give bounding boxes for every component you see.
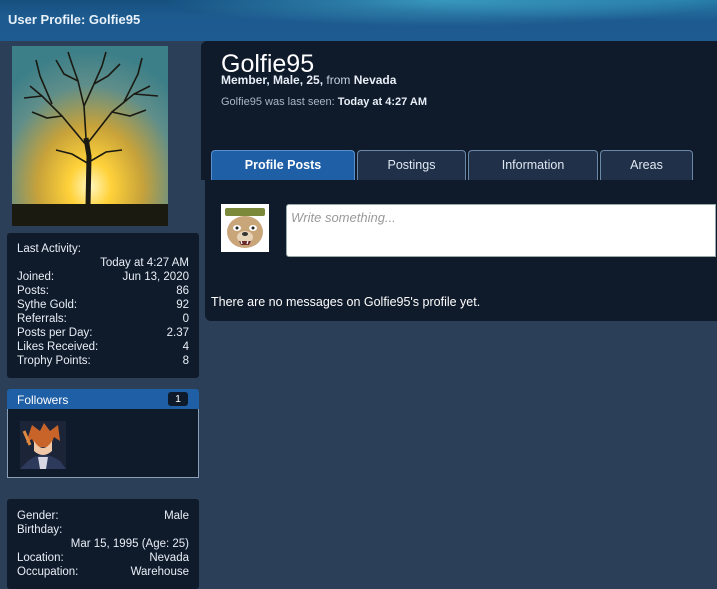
stat-label: Likes Received: [17, 341, 99, 353]
stat-posts-per-day: Posts per Day: 2.37 [17, 327, 189, 339]
stat-label: Posts: [17, 285, 49, 297]
user-stats-panel: Last Activity: Today at 4:27 AM Joined: J… [7, 233, 199, 378]
followers-label: Followers [17, 393, 69, 407]
stat-joined: Joined: Jun 13, 2020 [17, 271, 189, 283]
about-label: Gender: [17, 510, 59, 522]
page-title: User Profile: Golfie95 [8, 12, 141, 27]
tree-sunset-image [12, 46, 168, 226]
stat-value: 0 [182, 313, 189, 325]
from-label: from [326, 73, 351, 87]
user-title-text: Member, Male, 25, [221, 73, 324, 87]
stat-label: Referrals: [17, 313, 67, 325]
last-activity-label: Last Activity: [17, 243, 81, 255]
stat-label: Posts per Day: [17, 327, 93, 339]
about-value[interactable]: Nevada [149, 552, 189, 564]
follower-avatar[interactable] [20, 421, 66, 469]
tab-profile-posts[interactable]: Profile Posts [211, 150, 355, 180]
about-birthday-label: Birthday: [17, 524, 63, 536]
stat-likes-received: Likes Received: 4 [17, 341, 189, 353]
about-label: Location: [17, 552, 64, 564]
stat-value: Jun 13, 2020 [122, 271, 189, 283]
stat-sythe-gold: Sythe Gold: 92 [17, 299, 189, 311]
about-location: Location: Nevada [17, 552, 189, 564]
tab-postings[interactable]: Postings [357, 150, 466, 180]
about-gender: Gender: Male [17, 510, 189, 522]
user-about-panel: Gender: Male Birthday: Mar 15, 1995 (Age:… [7, 499, 199, 589]
stat-value[interactable]: 4 [183, 341, 189, 353]
stat-value[interactable]: 86 [176, 285, 189, 297]
followers-list [7, 409, 199, 478]
last-seen-prefix: Golfie95 was last seen: [221, 96, 335, 108]
tab-areas[interactable]: Areas [600, 150, 693, 180]
stat-label: Joined: [17, 271, 55, 283]
no-messages-text: There are no messages on Golfie95's prof… [211, 295, 481, 309]
about-birthday-value: Mar 15, 1995 (Age: 25) [70, 538, 189, 550]
stat-label: Trophy Points: [17, 355, 91, 367]
last-seen: Golfie95 was last seen: Today at 4:27 AM [221, 96, 427, 108]
about-label: Occupation: [17, 566, 79, 578]
bulldog-avatar-icon [221, 204, 269, 252]
stat-referrals: Referrals: 0 [17, 313, 189, 325]
stat-posts: Posts: 86 [17, 285, 189, 297]
tab-information[interactable]: Information [468, 150, 598, 180]
stat-value[interactable]: 8 [183, 355, 189, 367]
profile-post-input[interactable] [286, 204, 716, 257]
last-activity-value: Today at 4:27 AM [100, 257, 189, 269]
stat-value: 92 [176, 299, 189, 311]
profile-avatar[interactable] [12, 46, 168, 226]
followers-header[interactable]: Followers 1 [7, 389, 199, 409]
stat-trophy-points: Trophy Points: 8 [17, 355, 189, 367]
about-value: Male [164, 510, 189, 522]
anime-character-avatar-icon [20, 421, 66, 469]
stat-label: Sythe Gold: [17, 299, 78, 311]
current-user-avatar[interactable] [221, 204, 269, 252]
about-value: Warehouse [130, 566, 189, 578]
about-occupation: Occupation: Warehouse [17, 566, 189, 578]
page-header-bar: User Profile: Golfie95 [0, 0, 717, 41]
stat-value: 2.37 [166, 327, 189, 339]
profile-location-link[interactable]: Nevada [354, 73, 397, 87]
followers-count-badge[interactable]: 1 [168, 392, 188, 406]
last-seen-value: Today at 4:27 AM [337, 96, 428, 108]
profile-user-title: Member, Male, 25, from Nevada [221, 73, 396, 87]
